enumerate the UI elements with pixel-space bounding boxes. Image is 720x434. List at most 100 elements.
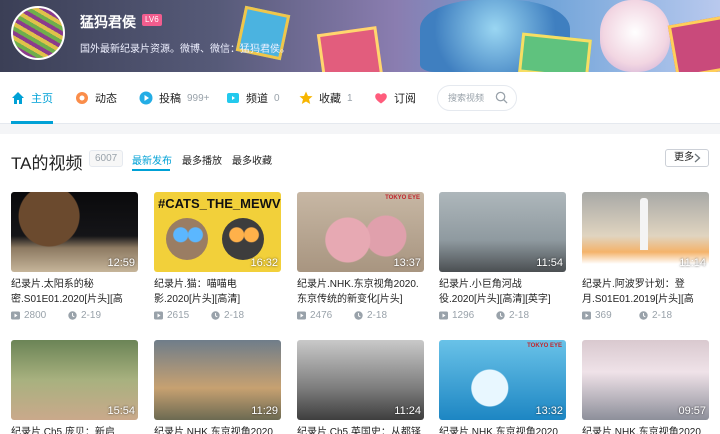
play-count-icon	[582, 311, 591, 320]
tab-channel-count: 0	[274, 92, 280, 104]
play-count-icon	[297, 311, 306, 320]
upload-date: 2-18	[496, 310, 529, 321]
tab-home-label: 主页	[31, 93, 53, 105]
chevron-right-icon	[694, 153, 701, 163]
play-count-value: 2615	[167, 310, 190, 321]
banner-illustration	[316, 26, 384, 72]
video-thumbnail[interactable]: TOKYO EYE 13:37	[297, 192, 424, 272]
play-count: 2476	[297, 310, 332, 321]
upload-date: 2-18	[354, 310, 387, 321]
video-thumbnail[interactable]: 12:59	[11, 192, 138, 272]
more-button-label: 更多	[674, 152, 694, 163]
play-count-value: 1296	[452, 310, 475, 321]
play-count-icon	[154, 311, 163, 320]
banner-illustration	[667, 15, 720, 72]
video-duration: 11:14	[679, 257, 706, 269]
level-badge: LV6	[142, 14, 162, 26]
play-count: 2615	[154, 310, 189, 321]
dynamic-icon	[76, 92, 88, 104]
play-count-icon	[11, 311, 20, 320]
tab-contribute-count: 999+	[187, 92, 210, 104]
upload-date-value: 2-18	[652, 310, 673, 321]
video-thumbnail[interactable]: TOKYO EYE 13:32	[439, 340, 566, 420]
clock-icon	[354, 311, 363, 320]
tab-home[interactable]: 主页	[11, 72, 53, 124]
profile-nav: 主页 动态 投稿 999+ 频道 0 收藏 1 订阅	[0, 72, 720, 124]
video-count-badge: 6007	[89, 150, 124, 167]
banner-illustration	[518, 32, 592, 72]
tab-most-favorited[interactable]: 最多收藏	[232, 152, 272, 167]
tab-favorites-count: 1	[347, 92, 353, 104]
tab-contribute[interactable]: 投稿 999+	[139, 72, 210, 124]
username[interactable]: 猛犸君侯	[80, 12, 136, 32]
video-title[interactable]: 纪录片.NHK.东京视角2020	[439, 425, 566, 434]
star-icon	[299, 91, 313, 104]
video-thumbnail[interactable]: #CATS_THE_MEWVIE 16:32	[154, 192, 281, 272]
video-thumbnail[interactable]: 15:54	[11, 340, 138, 420]
video-thumbnail[interactable]: 11:29	[154, 340, 281, 420]
tab-favorites-label: 收藏	[319, 93, 341, 105]
play-icon	[139, 91, 153, 105]
tab-dynamic-label: 动态	[95, 93, 117, 105]
play-count-icon	[439, 311, 448, 320]
video-duration: 13:32	[535, 405, 563, 417]
tab-subscribe-label: 订阅	[394, 93, 416, 105]
search-placeholder: 搜索视频	[448, 93, 485, 103]
play-count-value: 2800	[24, 310, 47, 321]
upload-date: 2-18	[639, 310, 672, 321]
tab-most-played[interactable]: 最多播放	[182, 152, 222, 167]
video-duration: 16:32	[250, 257, 278, 269]
play-count: 1296	[439, 310, 474, 321]
search-icon[interactable]	[495, 91, 508, 104]
tab-channel-label: 频道	[246, 93, 268, 105]
video-title[interactable]: 纪录片.阿波罗计划：登月.S01E01.2019[片头][高	[582, 277, 709, 307]
home-icon	[12, 92, 24, 104]
upload-date: 2-18	[211, 310, 244, 321]
tab-latest[interactable]: 最新发布	[132, 152, 172, 167]
video-title[interactable]: 纪录片.NHK.东京视角2020.东京传统的新变化[片头]	[297, 277, 424, 307]
clock-icon	[211, 311, 220, 320]
channel-icon	[227, 93, 239, 103]
video-title[interactable]: 纪录片.小巨角河战役.2020[片头][高清][英字]	[439, 277, 566, 307]
tab-favorites[interactable]: 收藏 1	[299, 72, 353, 124]
tab-channel[interactable]: 频道 0	[226, 72, 280, 124]
video-title[interactable]: 纪录片.猫：喵喵电影.2020[片头][高清]	[154, 277, 281, 307]
heart-icon	[375, 93, 387, 104]
clock-icon	[496, 311, 505, 320]
active-tab-indicator	[132, 169, 170, 171]
video-duration: 11:54	[536, 257, 563, 269]
profile-banner: 猛犸君侯 LV6 国外最新纪录片资源。微博、微信：猛犸君侯。	[0, 0, 720, 72]
video-duration: 13:37	[393, 257, 421, 269]
section-divider	[0, 124, 720, 134]
upload-date-value: 2-18	[509, 310, 530, 321]
video-title[interactable]: 纪录片.太阳系的秘密.S01E01.2020[片头][高	[11, 277, 138, 307]
user-signature: 国外最新纪录片资源。微博、微信：猛犸君侯。	[80, 44, 290, 55]
upload-date-value: 2-18	[367, 310, 388, 321]
banner-illustration	[600, 0, 670, 72]
play-count: 2800	[11, 310, 46, 321]
video-duration: 12:59	[107, 257, 135, 269]
channel-logo: TOKYO EYE	[527, 343, 562, 349]
cat-image	[222, 218, 264, 260]
video-duration: 11:29	[251, 405, 278, 417]
clock-icon	[68, 311, 77, 320]
clock-icon	[639, 311, 648, 320]
video-title[interactable]: 纪录片.Ch5.英国史：从都铎	[297, 425, 424, 434]
video-duration: 09:57	[678, 405, 706, 417]
upload-date-value: 2-18	[224, 310, 245, 321]
play-count-value: 369	[595, 310, 612, 321]
video-title[interactable]: 纪录片.NHK.东京视角2020	[582, 425, 709, 434]
more-button[interactable]: 更多	[665, 149, 709, 167]
video-title[interactable]: 纪录片.NHK.东京视角2020	[154, 425, 281, 434]
search-input[interactable]: 搜索视频	[437, 85, 517, 111]
video-title[interactable]: 纪录片.Ch5.庞贝：新启	[11, 425, 138, 434]
avatar[interactable]	[11, 6, 65, 60]
upload-date: 2-19	[68, 310, 101, 321]
section-title: TA的视频	[11, 154, 83, 173]
tab-subscribe[interactable]: 订阅	[374, 72, 416, 124]
tab-dynamic[interactable]: 动态	[75, 72, 117, 124]
video-thumbnail[interactable]: 11:54	[439, 192, 566, 272]
video-thumbnail[interactable]: 09:57	[582, 340, 709, 420]
video-thumbnail[interactable]: 11:24	[297, 340, 424, 420]
video-thumbnail[interactable]: 11:14	[582, 192, 709, 272]
